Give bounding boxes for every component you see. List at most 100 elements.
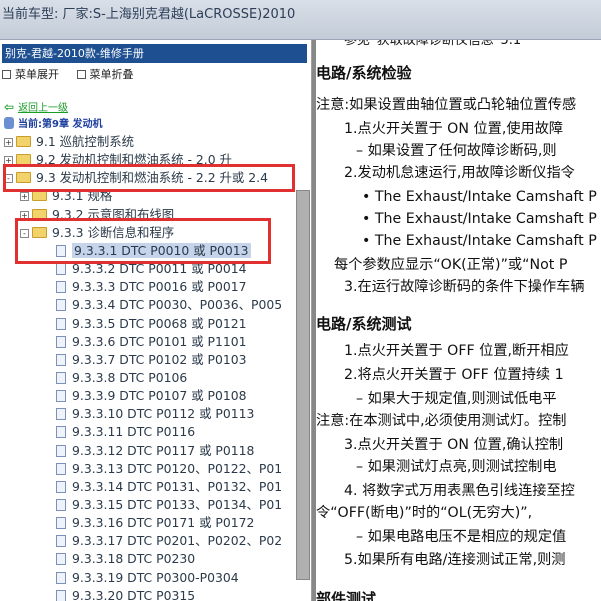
back-arrow-icon: ⇦ bbox=[4, 100, 15, 114]
tree-item-doc[interactable]: 9.3.3.14 DTC P0131、P0132、P01 bbox=[56, 478, 282, 496]
expand-icon bbox=[2, 70, 11, 79]
document-icon bbox=[56, 317, 66, 330]
document-icon bbox=[56, 371, 66, 384]
document-icon bbox=[56, 263, 66, 276]
document-icon bbox=[56, 444, 66, 457]
content-line: 注意:如果设置曲轴位置或凸轮轴位置传感 bbox=[316, 97, 577, 113]
tree-item-doc[interactable]: 9.3.3.15 DTC P0133、P0134、P01 bbox=[56, 496, 282, 514]
tree-item-label: 9.3.3.16 DTC P0171 或 P0172 bbox=[72, 515, 255, 531]
left-navigation-panel: 别克-君越-2010款-维修手册 菜单展开 菜单折叠 ⇦ 返回上一级 当前:第9章… bbox=[0, 40, 312, 601]
tree-item-doc[interactable]: 9.3.3.13 DTC P0120、P0122、P01 bbox=[56, 460, 282, 478]
content-line: – 如果电路电压不是相应的规定值 bbox=[356, 529, 567, 545]
document-icon bbox=[56, 535, 66, 548]
section-heading: 电路/系统测试 bbox=[316, 315, 412, 333]
tree-item-label: 9.3.3.11 DTC P0116 bbox=[72, 424, 196, 440]
tree-item-label: 9.3.3.8 DTC P0106 bbox=[72, 369, 188, 385]
tree-item-label: 9.3.3.15 DTC P0133、P0134、P01 bbox=[72, 497, 283, 512]
tree-item-label: 9.3.3.17 DTC P0201、P0202、P02 bbox=[72, 533, 283, 549]
content-line: 1.点火开关置于 OFF 位置,断开相应 bbox=[344, 343, 569, 359]
tree-item-folder[interactable]: +9.1 巡航控制系统 bbox=[4, 133, 134, 151]
content-pane: 参见“获取故障诊断仪信息”5.1 电路/系统检验 注意:如果设置曲轴位置或凸轮轴位… bbox=[316, 40, 601, 601]
document-icon bbox=[56, 517, 66, 530]
tree-item-doc[interactable]: 9.3.3.18 DTC P0230 bbox=[56, 550, 195, 568]
content-line: 2.发动机怠速运行,用故障诊断仪指令 bbox=[344, 165, 575, 181]
tree-item-label: 9.3.3.4 DTC P0030、P0036、P005 bbox=[72, 297, 283, 313]
tree-item-label: 9.3.3.19 DTC P0300-P0304 bbox=[72, 569, 239, 585]
manual-header: 别克-君越-2010款-维修手册 bbox=[2, 44, 307, 63]
tree-item-label: 9.3.3.14 DTC P0131、P0132、P01 bbox=[72, 478, 283, 494]
back-link[interactable]: ⇦ 返回上一级 bbox=[4, 99, 68, 114]
tree-item-label: 9.1 巡航控制系统 bbox=[36, 134, 134, 149]
document-icon bbox=[56, 408, 66, 421]
tree-item-doc[interactable]: 9.3.3.3 DTC P0016 或 P0017 bbox=[56, 278, 247, 296]
document-icon bbox=[56, 480, 66, 493]
tree-item-label: 9.3.3.10 DTC P0112 或 P0113 bbox=[72, 406, 255, 422]
content-line: • The Exhaust/Intake Camshaft P bbox=[362, 233, 597, 249]
tree-item-label: 9.3.3.3 DTC P0016 或 P0017 bbox=[72, 279, 247, 295]
highlight-box-9-3-3 bbox=[15, 218, 271, 264]
tree-item-doc[interactable]: 9.3.3.10 DTC P0112 或 P0113 bbox=[56, 405, 254, 423]
expand-toggle-icon[interactable]: + bbox=[4, 138, 13, 147]
content-line: 3.在运行故障诊断码的条件下操作车辆 bbox=[344, 279, 585, 295]
tree-item-label: 9.3.3.20 DTC P0315 bbox=[72, 587, 196, 601]
tree-item-doc[interactable]: 9.3.3.12 DTC P0117 或 P0118 bbox=[56, 442, 254, 460]
tree-item-doc[interactable]: 9.3.3.17 DTC P0201、P0202、P02 bbox=[56, 532, 282, 550]
tree-item-doc[interactable]: 9.3.3.7 DTC P0102 或 P0103 bbox=[56, 351, 247, 369]
content-line: 5.如果所有电路/连接测试正常,则测 bbox=[344, 552, 566, 568]
current-chapter: 当前:第9章 发动机 bbox=[4, 115, 102, 130]
document-icon bbox=[56, 281, 66, 294]
section-heading: 电路/系统检验 bbox=[316, 64, 412, 82]
content-line: 1.点火开关置于 ON 位置,使用故障 bbox=[344, 121, 564, 137]
tree-toolbar: 菜单展开 菜单折叠 bbox=[2, 66, 148, 84]
content-line: 令“OFF(断电)”时的“OL(无穷大)”, bbox=[316, 505, 533, 521]
section-heading: 部件测试 bbox=[316, 590, 377, 601]
tree-item-label: 9.3.3.7 DTC P0102 或 P0103 bbox=[72, 351, 247, 367]
content-line: – 如果测试灯点亮,则测试控制电 bbox=[356, 459, 557, 475]
tree-item-label: 9.3.3.6 DTC P0101 或 P1101 bbox=[72, 333, 247, 349]
expand-toggle-icon[interactable]: + bbox=[20, 192, 29, 202]
tree-scrollbar[interactable] bbox=[296, 190, 310, 580]
content-line: 3.点火开关置于 ON 位置,确认控制 bbox=[344, 437, 564, 453]
document-icon bbox=[56, 462, 66, 475]
content-line: 每个参数应显示“OK(正常)”或“Not P bbox=[334, 257, 568, 273]
folder-icon bbox=[32, 190, 47, 202]
expand-menu-button[interactable]: 菜单展开 bbox=[2, 66, 59, 82]
chapter-icon bbox=[4, 117, 14, 129]
content-line: 注意:在本测试中,必须使用测试灯。控制 bbox=[316, 413, 567, 429]
content-line: • The Exhaust/Intake Camshaft P bbox=[362, 189, 597, 205]
content-line: 4. 将数字式万用表黑色引线连接至控 bbox=[344, 483, 575, 499]
tree-item-doc[interactable]: 9.3.3.4 DTC P0030、P0036、P005 bbox=[56, 296, 282, 314]
collapse-menu-button[interactable]: 菜单折叠 bbox=[76, 66, 134, 82]
collapse-icon bbox=[76, 70, 86, 79]
tree-item-doc[interactable]: 9.3.3.5 DTC P0068 或 P0121 bbox=[56, 315, 247, 333]
title-bar: 当前车型: 厂家:S-上海别克君越(LaCROSSE)2010 bbox=[0, 0, 601, 40]
document-icon bbox=[56, 335, 66, 348]
document-icon bbox=[56, 426, 66, 439]
content-line: 2.将点火开关置于 OFF 位置持续 1 bbox=[344, 367, 564, 383]
tree-item-label: 9.3.3.12 DTC P0117 或 P0118 bbox=[72, 442, 255, 458]
tree-item-label: 9.3.3.18 DTC P0230 bbox=[72, 551, 196, 567]
content-line: • The Exhaust/Intake Camshaft P bbox=[362, 211, 597, 227]
tree-item-doc[interactable]: 9.3.3.19 DTC P0300-P0304 bbox=[56, 569, 239, 587]
tree-item-doc[interactable]: 9.3.3.20 DTC P0315 bbox=[56, 587, 195, 601]
window-title: 当前车型: 厂家:S-上海别克君越(LaCROSSE)2010 bbox=[2, 7, 296, 22]
tree-item-label: 9.3.3.9 DTC P0107 或 P0108 bbox=[72, 388, 247, 404]
content-line: – 如果设置了任何故障诊断码,则 bbox=[356, 143, 557, 159]
document-icon bbox=[56, 353, 66, 366]
document-icon bbox=[56, 589, 66, 601]
tree-item-doc[interactable]: 9.3.3.8 DTC P0106 bbox=[56, 369, 187, 387]
highlight-box-9-3 bbox=[3, 164, 295, 192]
document-icon bbox=[56, 571, 66, 584]
document-icon bbox=[56, 553, 66, 566]
tree-item-doc[interactable]: 9.3.3.11 DTC P0116 bbox=[56, 423, 195, 441]
folder-icon bbox=[16, 136, 31, 147]
tree-item-label: 9.3.3.5 DTC P0068 或 P0121 bbox=[72, 315, 247, 331]
document-icon bbox=[56, 499, 66, 511]
document-icon bbox=[56, 299, 66, 312]
tree-item-label: 9.3.3.13 DTC P0120、P0122、P01 bbox=[72, 460, 283, 476]
tree-item-doc[interactable]: 9.3.3.9 DTC P0107 或 P0108 bbox=[56, 387, 247, 405]
document-icon bbox=[56, 390, 66, 403]
content-line: – 如果大于规定值,则测试低电平 bbox=[356, 391, 557, 407]
tree-item-doc[interactable]: 9.3.3.6 DTC P0101 或 P1101 bbox=[56, 333, 247, 351]
tree-item-doc[interactable]: 9.3.3.16 DTC P0171 或 P0172 bbox=[56, 514, 254, 532]
